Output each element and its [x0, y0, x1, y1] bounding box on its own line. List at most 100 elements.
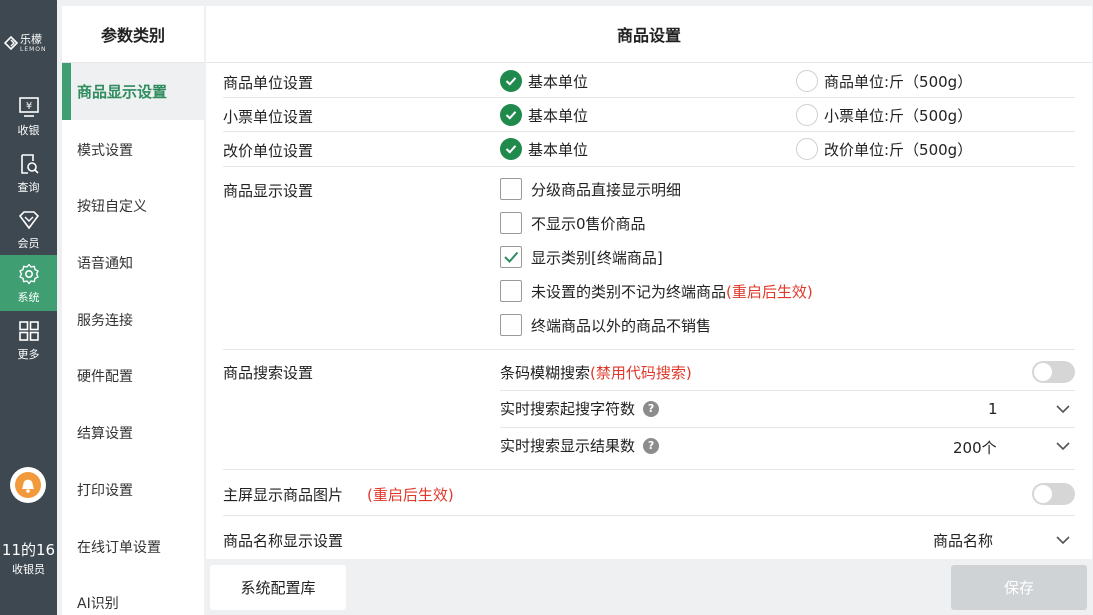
nav-item-system[interactable]: 系统	[0, 255, 57, 311]
category-item-voice[interactable]: 语音通知	[62, 234, 204, 291]
nav-item-query[interactable]: 查询	[0, 145, 57, 201]
min-chars-value[interactable]: 1	[988, 400, 998, 418]
setting-row-name-display: 商品名称显示设置 商品名称	[223, 528, 1075, 552]
nav-label-member: 会员	[17, 236, 40, 250]
help-icon[interactable]: ?	[643, 400, 660, 417]
nav-label-query: 查询	[17, 180, 40, 194]
setting-label: 商品单位设置	[223, 74, 314, 92]
chevron-down-icon[interactable]	[1055, 438, 1071, 454]
radio-unchecked-icon	[796, 104, 818, 126]
fuzzy-search-note: (禁用代码搜索)	[590, 364, 692, 382]
radio-jin-unit[interactable]: 改价单位:斤（500g）	[796, 138, 972, 160]
nav-item-more[interactable]: 更多	[0, 312, 57, 368]
save-button[interactable]: 保存	[951, 565, 1087, 610]
category-item-service[interactable]: 服务连接	[62, 291, 204, 348]
result-count-label: 实时搜索显示结果数 ?	[500, 435, 660, 456]
notification-bell-icon[interactable]	[10, 467, 46, 503]
category-item-online-order[interactable]: 在线订单设置	[62, 518, 204, 575]
setting-group-product-display: 商品显示设置 分级商品直接显示明细 不显示0售价商品 显示类别[终端商品] 未设…	[223, 178, 1075, 338]
help-icon[interactable]: ?	[643, 437, 660, 454]
category-item-checkout[interactable]: 结算设置	[62, 404, 204, 461]
svg-text:¥: ¥	[25, 101, 31, 112]
setting-label: 改价单位设置	[223, 142, 314, 160]
member-icon	[17, 208, 41, 232]
divider	[223, 131, 1075, 132]
name-display-value[interactable]: 商品名称	[933, 530, 993, 551]
category-title: 参数类别	[62, 6, 204, 63]
result-count-text: 实时搜索显示结果数	[500, 437, 636, 455]
category-item-mode[interactable]: 模式设置	[62, 121, 204, 178]
radio-checked-icon	[500, 138, 522, 160]
nav-label-system: 系统	[17, 290, 40, 304]
setting-label: 商品显示设置	[223, 182, 314, 200]
min-chars-label: 实时搜索起搜字符数 ?	[500, 398, 660, 419]
checkbox-unchecked-icon	[500, 314, 522, 336]
category-item-product-display[interactable]: 商品显示设置	[62, 63, 204, 120]
checkbox-label: 未设置的类别不记为终端商品	[531, 282, 727, 301]
radio-label: 小票单位:斤（500g）	[824, 106, 973, 125]
setting-row-product-unit: 商品单位设置 基本单位 商品单位:斤（500g）	[223, 70, 1075, 96]
fuzzy-search-label: 条码模糊搜索 (禁用代码搜索)	[500, 362, 692, 383]
radio-basic-unit[interactable]: 基本单位	[500, 70, 588, 92]
checkbox-label: 分级商品直接显示明细	[531, 180, 682, 199]
result-count-value[interactable]: 200个	[953, 437, 997, 458]
chevron-down-icon[interactable]	[1055, 401, 1071, 417]
checkbox-show-category[interactable]: 显示类别[终端商品]	[500, 246, 663, 268]
checkbox-label: 终端商品以外的商品不销售	[531, 316, 712, 335]
checkbox-hide-zero-price[interactable]: 不显示0售价商品	[500, 212, 646, 234]
restart-note: (重启后生效)	[726, 282, 813, 301]
setting-row-main-screen-image: 主屏显示商品图片 (重启后生效)	[223, 482, 1075, 506]
radio-jin-unit[interactable]: 小票单位:斤（500g）	[796, 104, 972, 126]
clock-readout: 11的16	[1, 541, 56, 559]
checkbox-terminal-only-sale[interactable]: 终端商品以外的商品不销售	[500, 314, 711, 336]
checkbox-unchecked-icon	[500, 212, 522, 234]
chevron-down-icon[interactable]	[1055, 532, 1071, 548]
min-chars-text: 实时搜索起搜字符数	[500, 400, 636, 418]
page-title: 商品设置	[206, 6, 1092, 63]
logo-subtext: LEMON	[20, 45, 47, 53]
checkbox-unchecked-icon	[500, 178, 522, 200]
category-item-custom-buttons[interactable]: 按钮自定义	[62, 177, 204, 234]
divider	[223, 469, 1075, 470]
radio-label: 改价单位:斤（500g）	[824, 140, 973, 159]
grid-icon	[17, 319, 41, 343]
radio-label: 基本单位	[528, 106, 589, 125]
radio-basic-unit[interactable]: 基本单位	[500, 138, 588, 160]
radio-checked-icon	[500, 70, 522, 92]
nav-label-cashier: 收银	[17, 123, 40, 137]
radio-basic-unit[interactable]: 基本单位	[500, 104, 588, 126]
category-item-hardware[interactable]: 硬件配置	[62, 347, 204, 404]
settings-panel: 商品设置 商品单位设置 基本单位 商品单位:斤（500g） 小票单位设置 基本单…	[206, 6, 1092, 559]
divider	[223, 166, 1075, 167]
fuzzy-search-toggle[interactable]	[1032, 361, 1075, 383]
checkbox-unset-category[interactable]: 未设置的类别不记为终端商品 (重启后生效)	[500, 280, 813, 302]
radio-jin-unit[interactable]: 商品单位:斤（500g）	[796, 70, 972, 92]
checkbox-label: 不显示0售价商品	[531, 214, 646, 233]
divider	[500, 390, 1075, 391]
checkbox-unchecked-icon	[500, 280, 522, 302]
setting-label: 商品搜索设置	[223, 364, 314, 382]
fuzzy-search-text: 条码模糊搜索	[500, 364, 591, 382]
nav-item-member[interactable]: 会员	[0, 201, 57, 257]
setting-label: 商品名称显示设置	[223, 532, 344, 550]
radio-label: 基本单位	[528, 140, 589, 159]
main-screen-image-toggle[interactable]	[1032, 483, 1075, 505]
setting-label: 小票单位设置	[223, 108, 314, 126]
setting-row-price-change-unit: 改价单位设置 基本单位 改价单位:斤（500g）	[223, 138, 1075, 164]
category-item-ai[interactable]: AI识别	[62, 574, 204, 615]
setting-row-receipt-unit: 小票单位设置 基本单位 小票单位:斤（500g）	[223, 104, 1075, 130]
checkbox-label: 显示类别[终端商品]	[531, 248, 663, 267]
system-config-library-button[interactable]: 系统配置库	[210, 565, 346, 610]
radio-unchecked-icon	[796, 138, 818, 160]
radio-checked-icon	[500, 104, 522, 126]
restart-note: (重启后生效)	[367, 486, 454, 504]
checkbox-show-graded-detail[interactable]: 分级商品直接显示明细	[500, 178, 681, 200]
nav-item-cashier[interactable]: ¥ 收银	[0, 88, 57, 144]
category-item-print[interactable]: 打印设置	[62, 461, 204, 518]
setting-row-min-chars: 实时搜索起搜字符数 ? 1	[223, 398, 1075, 420]
category-panel: 参数类别 商品显示设置 模式设置 按钮自定义 语音通知 服务连接 硬件配置 结算…	[62, 6, 204, 615]
divider	[223, 515, 1075, 516]
setting-row-result-count: 实时搜索显示结果数 ? 200个	[223, 435, 1075, 457]
nav-label-more: 更多	[17, 347, 40, 361]
gear-icon	[17, 262, 41, 286]
